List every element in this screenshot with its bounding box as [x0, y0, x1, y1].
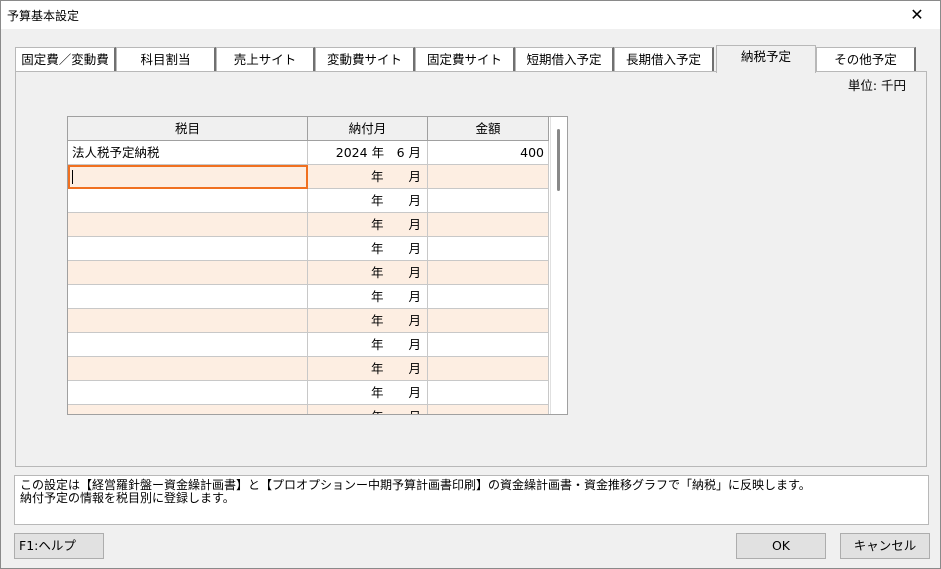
grid-scrollbar[interactable]: [550, 117, 567, 414]
table-row: 年 月: [68, 165, 550, 189]
tab-fixed-cost-site[interactable]: 固定費サイト: [415, 47, 515, 71]
ok-button[interactable]: OK: [736, 533, 826, 559]
scrollbar-thumb[interactable]: [557, 129, 560, 191]
description-line-2: 納付予定の情報を税目別に登録します。: [20, 491, 235, 505]
table-row: 法人税予定納税 2024 年 6 月 400: [68, 141, 550, 165]
close-icon[interactable]: ✕: [894, 1, 940, 29]
month-cell[interactable]: 年 月: [308, 165, 428, 189]
text-caret: [72, 169, 73, 184]
table-row: 年 月: [68, 381, 550, 405]
tax-cell[interactable]: [68, 309, 308, 333]
month-cell[interactable]: 年 月: [308, 405, 428, 414]
table-row: 年 月: [68, 357, 550, 381]
tab-bar: 固定費／変動費 科目割当 売上サイト 変動費サイト 固定費サイト 短期借入予定 …: [15, 45, 927, 73]
tax-cell[interactable]: [68, 333, 308, 357]
tab-long-term-loan[interactable]: 長期借入予定: [614, 47, 714, 71]
table-row: 年 月: [68, 285, 550, 309]
tab-short-term-loan[interactable]: 短期借入予定: [515, 47, 614, 71]
month-cell[interactable]: 年 月: [308, 333, 428, 357]
tab-sales-site[interactable]: 売上サイト: [216, 47, 315, 71]
month-cell[interactable]: 年 月: [308, 357, 428, 381]
column-header-tax: 税目: [68, 117, 308, 141]
title-bar: 予算基本設定 ✕: [1, 1, 940, 29]
month-cell[interactable]: 年 月: [308, 237, 428, 261]
tab-variable-cost-site[interactable]: 変動費サイト: [315, 47, 415, 71]
month-cell[interactable]: 年 月: [308, 261, 428, 285]
amount-cell[interactable]: 400: [428, 141, 549, 165]
table-row: 年 月: [68, 261, 550, 285]
amount-cell[interactable]: [428, 189, 549, 213]
tax-cell[interactable]: [68, 213, 308, 237]
tax-cell[interactable]: 法人税予定納税: [68, 141, 308, 165]
tax-grid: 税目 納付月 金額 法人税予定納税 2024 年 6 月 400 年 月 年 月: [67, 116, 568, 415]
month-cell[interactable]: 年 月: [308, 309, 428, 333]
amount-cell[interactable]: [428, 357, 549, 381]
window-title: 予算基本設定: [7, 9, 80, 23]
amount-cell[interactable]: [428, 309, 549, 333]
amount-cell[interactable]: [428, 333, 549, 357]
tab-account-allocation[interactable]: 科目割当: [116, 47, 216, 71]
cancel-button[interactable]: キャンセル: [840, 533, 930, 559]
amount-cell[interactable]: [428, 165, 549, 189]
tax-cell-focused[interactable]: [68, 165, 308, 189]
tab-fixed-variable-cost[interactable]: 固定費／変動費: [15, 47, 116, 71]
month-cell[interactable]: 年 月: [308, 189, 428, 213]
month-cell[interactable]: 年 月: [308, 213, 428, 237]
tax-cell[interactable]: [68, 261, 308, 285]
amount-cell[interactable]: [428, 285, 549, 309]
amount-cell[interactable]: [428, 237, 549, 261]
dialog-window: 予算基本設定 ✕ 固定費／変動費 科目割当 売上サイト 変動費サイト 固定費サイ…: [0, 0, 941, 569]
tax-cell[interactable]: [68, 189, 308, 213]
description-box: この設定は【経営羅針盤ー資金繰計画書】と【プロオプションー中期予算計画書印刷】の…: [14, 475, 929, 525]
tax-cell[interactable]: [68, 285, 308, 309]
tax-cell[interactable]: [68, 357, 308, 381]
column-header-month: 納付月: [308, 117, 428, 141]
table-row: 年 月: [68, 237, 550, 261]
table-row: 年 月: [68, 213, 550, 237]
column-header-amount: 金額: [428, 117, 549, 141]
tax-cell[interactable]: [68, 405, 308, 414]
help-button[interactable]: F1:ヘルプ: [14, 533, 104, 559]
table-row: 年 月: [68, 309, 550, 333]
tab-tax-payment[interactable]: 納税予定: [716, 45, 816, 73]
table-row: 年 月: [68, 405, 550, 414]
grid-header: 税目 納付月 金額: [68, 117, 549, 141]
unit-label: 単位: 千円: [847, 78, 906, 93]
tax-cell[interactable]: [68, 237, 308, 261]
month-cell[interactable]: 2024 年 6 月: [308, 141, 428, 165]
table-row: 年 月: [68, 189, 550, 213]
amount-cell[interactable]: [428, 405, 549, 414]
amount-cell[interactable]: [428, 213, 549, 237]
tab-other[interactable]: その他予定: [816, 47, 916, 71]
tab-panel: 単位: 千円 税目 納付月 金額 法人税予定納税 2024 年 6 月 400 …: [15, 71, 927, 467]
amount-cell[interactable]: [428, 381, 549, 405]
grid-rows: 法人税予定納税 2024 年 6 月 400 年 月 年 月 年 月 年 月 年…: [68, 141, 550, 414]
month-cell[interactable]: 年 月: [308, 381, 428, 405]
amount-cell[interactable]: [428, 261, 549, 285]
month-cell[interactable]: 年 月: [308, 285, 428, 309]
table-row: 年 月: [68, 333, 550, 357]
tax-cell[interactable]: [68, 381, 308, 405]
